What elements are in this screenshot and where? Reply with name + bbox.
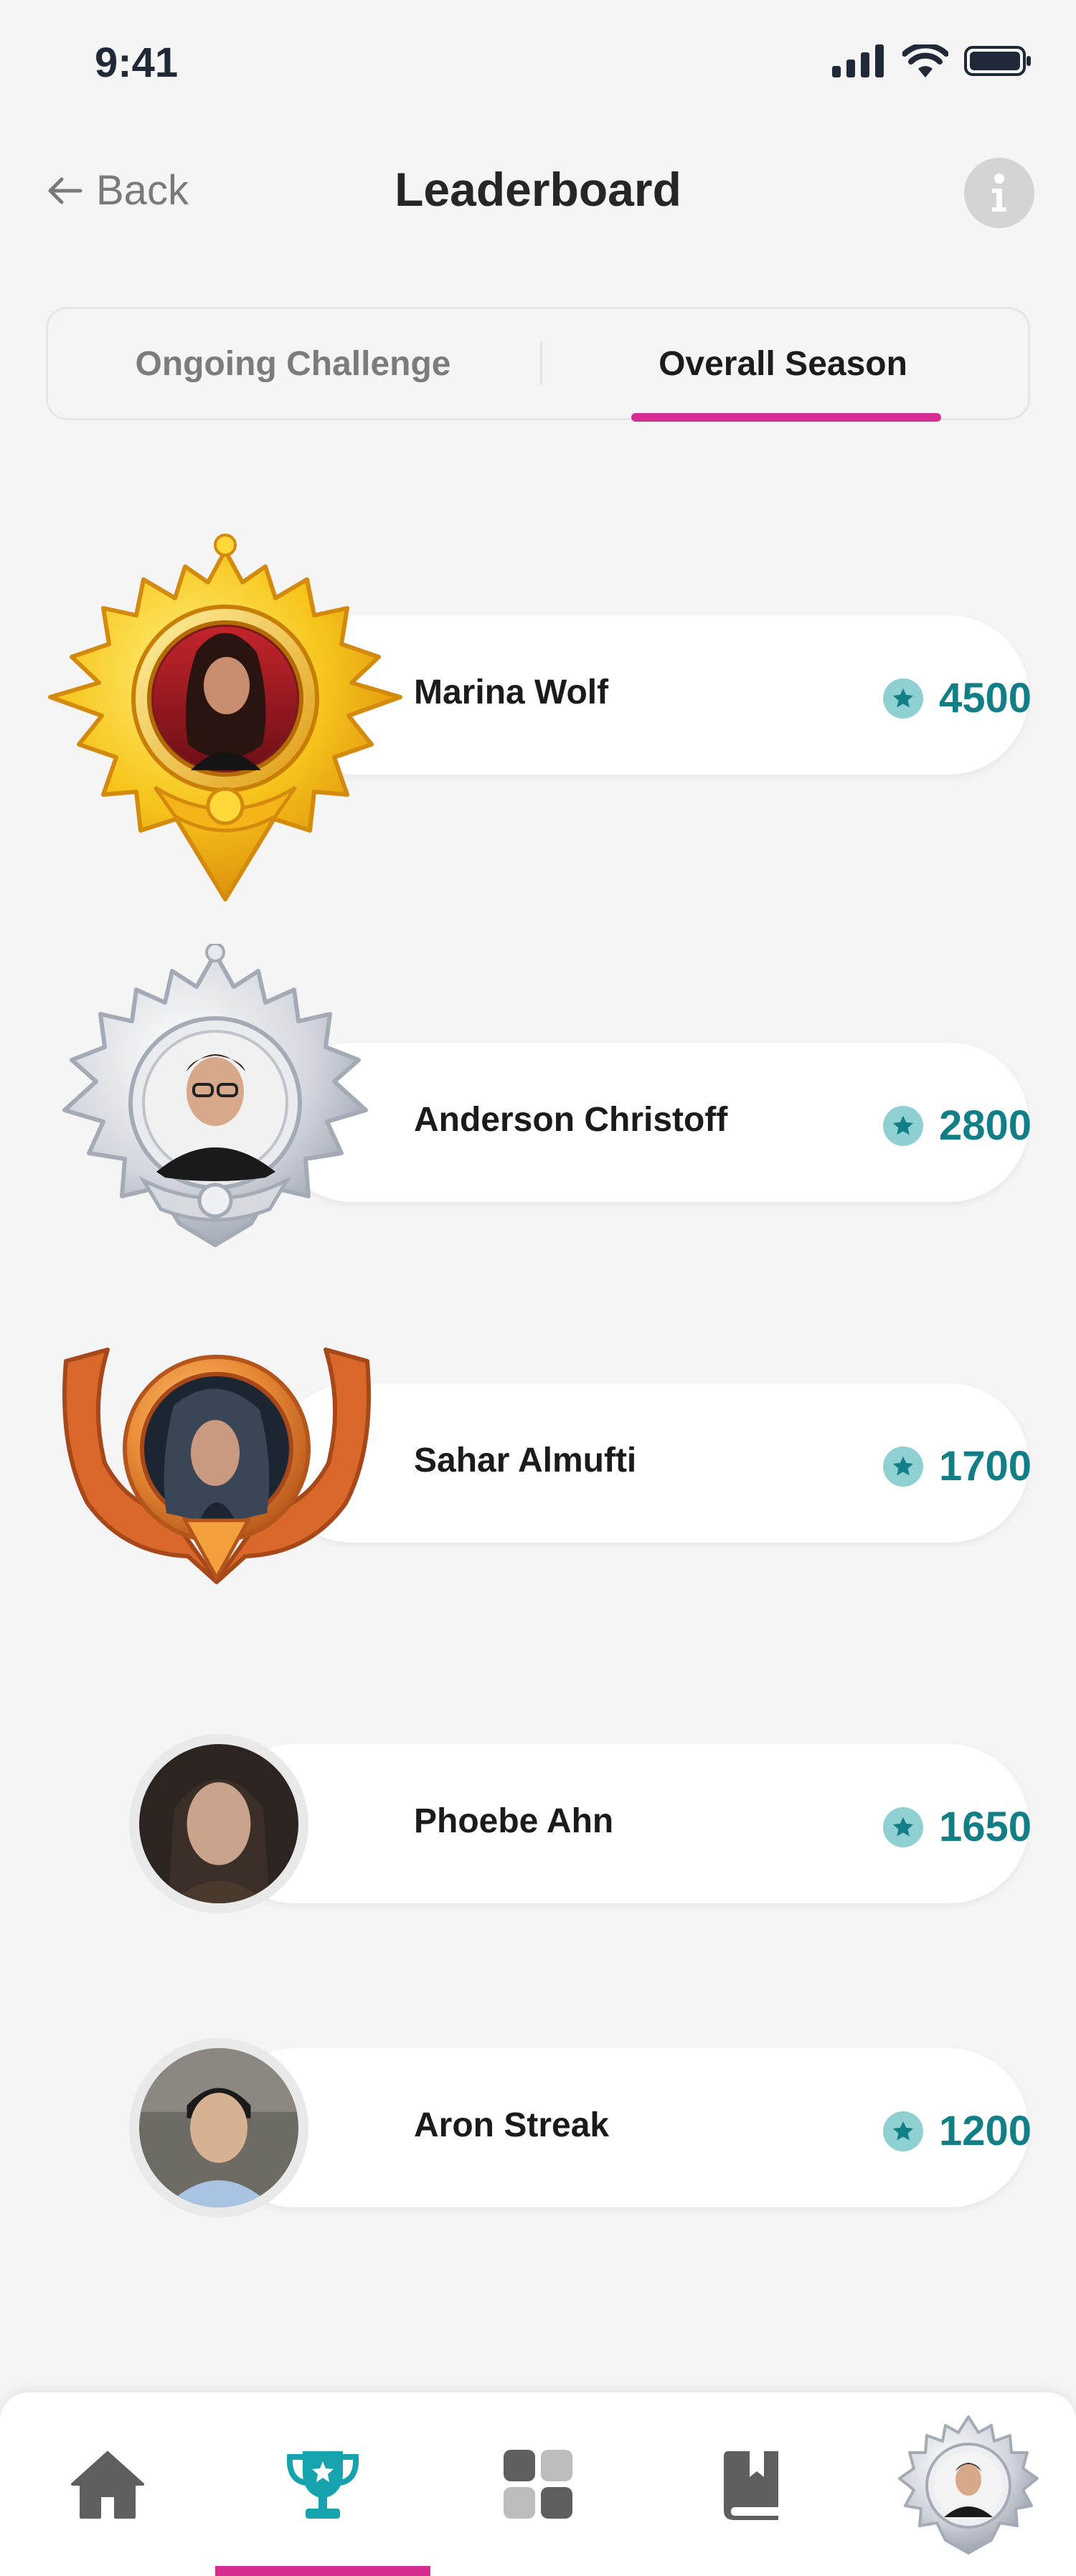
gold-medal-badge xyxy=(47,529,403,902)
player-name: Anderson Christoff xyxy=(414,1101,728,1139)
nav-home[interactable] xyxy=(0,2392,215,2576)
player-name: Marina Wolf xyxy=(414,673,609,711)
season-tabs: Ongoing Challenge Overall Season xyxy=(46,307,1030,420)
tab-overall-season[interactable]: Overall Season xyxy=(538,309,1028,418)
player-name: Sahar Almufti xyxy=(414,1441,637,1479)
profile-avatar xyxy=(898,2415,1039,2554)
home-icon xyxy=(71,2451,144,2519)
avatar xyxy=(129,2038,308,2217)
nav-active-indicator xyxy=(215,2566,430,2576)
silver-medal-badge xyxy=(57,942,373,1252)
tab-ongoing-challenge[interactable]: Ongoing Challenge xyxy=(48,309,538,418)
trophy-icon xyxy=(286,2451,359,2519)
star-icon xyxy=(882,1446,923,1487)
bronze-medal-badge xyxy=(59,1341,374,1585)
player-score: 1200 xyxy=(882,2107,1032,2155)
signal-icon xyxy=(832,44,884,77)
avatar xyxy=(129,1734,308,1913)
star-icon xyxy=(882,2111,923,2151)
player-score: 1650 xyxy=(882,1803,1032,1851)
info-button[interactable] xyxy=(964,158,1034,228)
player-score: 2800 xyxy=(882,1102,1032,1150)
star-icon xyxy=(882,1806,923,1847)
player-name: Aron Streak xyxy=(414,2106,610,2144)
bottom-navigation xyxy=(0,2392,1076,2576)
wifi-icon xyxy=(902,44,948,77)
star-icon xyxy=(882,678,923,719)
status-icons xyxy=(832,44,1033,77)
info-icon xyxy=(992,174,1006,212)
player-name: Phoebe Ahn xyxy=(414,1802,614,1840)
page-title: Leaderboard xyxy=(395,163,681,216)
nav-apps[interactable] xyxy=(430,2392,646,2576)
book-icon xyxy=(724,2451,778,2520)
player-score: 1700 xyxy=(882,1442,1032,1490)
battery-icon xyxy=(964,46,1031,76)
nav-profile[interactable] xyxy=(861,2392,1076,2576)
status-time: 9:41 xyxy=(95,39,179,86)
star-icon xyxy=(882,1105,923,1146)
grid-icon xyxy=(504,2450,572,2519)
player-score: 4500 xyxy=(882,674,1032,722)
nav-leaderboard[interactable] xyxy=(215,2392,430,2576)
nav-library[interactable] xyxy=(646,2392,861,2576)
active-tab-indicator xyxy=(631,413,941,422)
status-bar: 9:41 xyxy=(0,0,1076,129)
